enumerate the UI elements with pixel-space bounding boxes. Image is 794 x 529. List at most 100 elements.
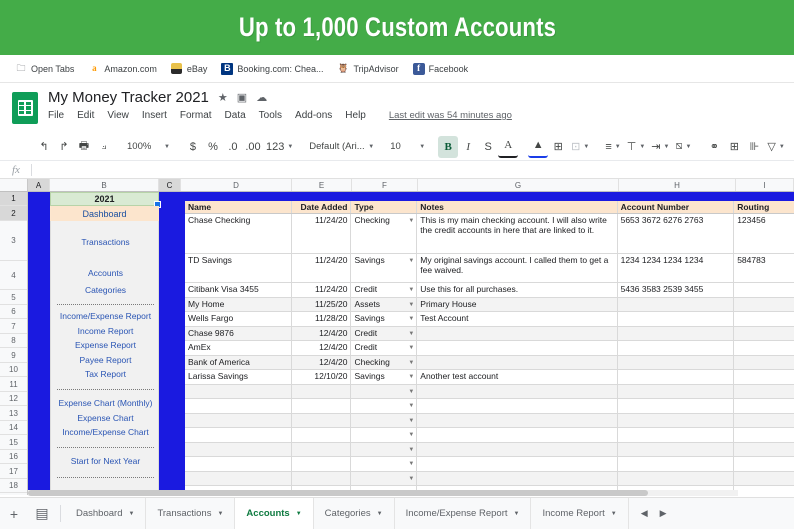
table-row[interactable]: ▼	[185, 414, 794, 428]
cell-date[interactable]	[292, 428, 352, 442]
cell-date[interactable]	[292, 385, 352, 398]
chevron-down-icon[interactable]: ▼	[514, 511, 520, 517]
cell-notes[interactable]	[417, 399, 618, 413]
bookmark-ebay[interactable]: eBay	[164, 61, 215, 77]
chevron-down-icon[interactable]: ▼	[408, 416, 414, 426]
table-row[interactable]: Larissa Savings 12/10/20 Savings ▼ Anothe…	[185, 370, 794, 385]
cell-account[interactable]	[618, 356, 735, 369]
font-size-select[interactable]: 10 ▼	[387, 136, 428, 158]
sidebar-item-transactions[interactable]: Transactions	[51, 237, 160, 247]
zoom-control[interactable]: 100% ▼	[124, 136, 173, 158]
cell-notes[interactable]	[417, 414, 618, 427]
sidebar-item-payee-report[interactable]: Payee Report	[51, 355, 160, 365]
cell-routing[interactable]	[734, 428, 794, 442]
cell-account[interactable]	[618, 298, 735, 311]
chevron-down-icon[interactable]: ▼	[408, 358, 414, 368]
cell-type[interactable]: ▼	[351, 457, 418, 471]
bookmark-amazon[interactable]: a Amazon.com	[81, 61, 164, 77]
table-row[interactable]: ▼	[185, 472, 794, 486]
cell-type[interactable]: Credit ▼	[351, 283, 418, 297]
table-row[interactable]: ▼	[185, 443, 794, 457]
prev-tab-arrow-icon[interactable]: ◀	[641, 508, 648, 519]
cell-routing[interactable]	[734, 414, 794, 427]
undo-button[interactable]: ↰	[34, 136, 54, 158]
cell-routing[interactable]	[734, 283, 794, 297]
table-row[interactable]: Chase Checking 11/24/20 Checking ▼ This i…	[185, 214, 794, 254]
row-header-4[interactable]: 4	[0, 261, 27, 290]
cell-account[interactable]	[618, 428, 735, 442]
functions-button[interactable]: Σ	[788, 136, 794, 158]
cell-account[interactable]	[618, 327, 735, 340]
cell-notes[interactable]	[417, 327, 618, 340]
sidebar-item-tax-report[interactable]: Tax Report	[51, 369, 160, 379]
bold-button[interactable]: B	[438, 135, 459, 158]
menu-data[interactable]: Data	[225, 110, 246, 121]
table-row[interactable]: Wells Fargo 11/28/20 Savings ▼ Test Accou…	[185, 312, 794, 327]
cell-date[interactable]: 12/10/20	[292, 370, 352, 384]
cell-b1-year[interactable]: 2021	[50, 192, 161, 208]
tab-income-expense-report[interactable]: Income/Expense Report ▼	[395, 498, 532, 529]
cell-notes[interactable]	[417, 457, 618, 471]
filter-button[interactable]: ▽ ▼	[764, 136, 787, 158]
chevron-down-icon[interactable]: ▼	[408, 387, 414, 397]
cell-type[interactable]: ▼	[351, 414, 418, 427]
currency-format-button[interactable]: $	[183, 136, 203, 158]
cell-notes[interactable]: Primary House	[417, 298, 618, 311]
cell-notes[interactable]	[417, 385, 618, 398]
cell-notes[interactable]	[417, 341, 618, 355]
row-header-2[interactable]: 2	[0, 206, 27, 221]
tab-income-report[interactable]: Income Report ▼	[531, 498, 629, 529]
cell-routing[interactable]: 584783	[734, 254, 794, 282]
cell-name[interactable]: TD Savings	[185, 254, 292, 282]
column-header-d[interactable]: D	[181, 179, 292, 191]
cell-routing[interactable]	[734, 298, 794, 311]
cell-account[interactable]	[618, 399, 735, 413]
cell-date[interactable]: 12/4/20	[292, 341, 352, 355]
last-edit-link[interactable]: Last edit was 54 minutes ago	[389, 110, 512, 121]
borders-button[interactable]: ⊞	[548, 136, 568, 158]
row-header-1[interactable]: 1	[0, 192, 27, 206]
sidebar-item-income-report[interactable]: Income Report	[51, 326, 160, 336]
chevron-down-icon[interactable]: ▼	[296, 511, 302, 517]
insert-comment-button[interactable]: ⊞	[724, 136, 744, 158]
menu-file[interactable]: File	[48, 110, 64, 121]
cell-notes[interactable]: Use this for all purchases.	[417, 283, 618, 297]
table-row[interactable]: ▼	[185, 457, 794, 472]
increase-decimal-button[interactable]: .00	[243, 136, 263, 158]
tab-accounts[interactable]: Accounts ▼	[235, 498, 314, 529]
tab-categories[interactable]: Categories ▼	[314, 498, 395, 529]
cell-date[interactable]	[292, 472, 352, 485]
cell-name[interactable]: Citibank Visa 3455	[185, 283, 292, 297]
paint-format-button[interactable]: ⟓	[94, 136, 114, 158]
bookmark-tripadvisor[interactable]: 🦉 TripAdvisor	[330, 61, 405, 77]
table-row[interactable]: Citibank Visa 3455 11/24/20 Credit ▼ Use …	[185, 283, 794, 298]
bookmark-booking[interactable]: B Booking.com: Chea...	[214, 61, 330, 77]
row-header-14[interactable]: 14	[0, 421, 27, 435]
table-row[interactable]: ▼	[185, 428, 794, 443]
cell-b2-dashboard[interactable]: Dashboard	[50, 206, 159, 221]
column-c-selection-band[interactable]	[159, 192, 181, 495]
cell-account[interactable]: 5653 3672 6276 2763	[618, 214, 735, 253]
cell-name[interactable]: AmEx	[185, 341, 292, 355]
chevron-down-icon[interactable]: ▼	[408, 285, 414, 295]
cell-date[interactable]: 11/24/20	[292, 214, 352, 253]
cell-name[interactable]	[185, 443, 292, 456]
cell-type[interactable]: Checking ▼	[351, 356, 418, 369]
row-header-17[interactable]: 17	[0, 464, 27, 479]
column-header-h[interactable]: H	[619, 179, 736, 191]
cell-notes[interactable]: My original savings account. I called th…	[417, 254, 618, 282]
cell-routing[interactable]	[734, 457, 794, 471]
cell-routing[interactable]	[734, 399, 794, 413]
table-row[interactable]: TD Savings 11/24/20 Savings ▼ My original…	[185, 254, 794, 283]
cell-date[interactable]: 11/24/20	[292, 283, 352, 297]
column-a-selection-band[interactable]	[28, 192, 50, 495]
text-rotation-button[interactable]: ⧅ ▼	[672, 136, 694, 158]
move-to-folder-icon[interactable]: ▣	[237, 91, 247, 104]
cell-date[interactable]	[292, 457, 352, 471]
fill-color-button[interactable]: ▲	[528, 136, 549, 158]
bookmark-facebook[interactable]: f Facebook	[406, 61, 476, 77]
chevron-down-icon[interactable]: ▼	[408, 343, 414, 353]
cell-account[interactable]: 1234 1234 1234 1234	[618, 254, 735, 282]
cell-type[interactable]: Credit ▼	[351, 341, 418, 355]
row-header-8[interactable]: 8	[0, 334, 27, 348]
